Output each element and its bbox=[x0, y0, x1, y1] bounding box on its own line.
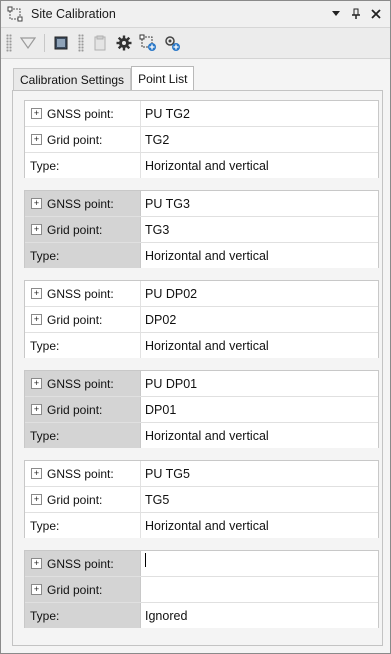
tab-point-list[interactable]: Point List bbox=[131, 66, 195, 91]
toolbar-grip-2[interactable] bbox=[78, 34, 84, 52]
calibration-window-icon bbox=[7, 6, 23, 22]
grid-point-label: + Grid point: bbox=[25, 127, 141, 152]
new-calibration-point-card: + GNSS point: + Grid point: Type: Ignored bbox=[24, 550, 379, 628]
grid-point-label: + Grid point: bbox=[25, 577, 141, 602]
expand-icon[interactable]: + bbox=[31, 134, 42, 145]
clipboard-icon[interactable] bbox=[90, 33, 110, 53]
calibration-point-card: + GNSS point: PU TG2 + Grid point: TG2 Typ… bbox=[24, 100, 379, 178]
gnss-point-value[interactable]: PU TG5 bbox=[141, 461, 378, 486]
gnss-label-text: GNSS point: bbox=[47, 466, 114, 481]
gnss-point-label: + GNSS point: bbox=[25, 191, 141, 216]
grid-point-label: + Grid point: bbox=[25, 307, 141, 332]
grid-point-label: + Grid point: bbox=[25, 487, 141, 512]
type-label: Type: bbox=[25, 333, 141, 358]
pin-icon[interactable] bbox=[348, 6, 364, 22]
grid-label-text: Grid point: bbox=[47, 492, 103, 507]
grid-point-value[interactable]: TG5 bbox=[141, 487, 378, 512]
type-label: Type: bbox=[25, 153, 141, 178]
dropdown-menu-icon[interactable] bbox=[328, 6, 344, 22]
expand-icon[interactable]: + bbox=[31, 378, 42, 389]
gnss-point-label: + GNSS point: bbox=[25, 371, 141, 396]
expand-icon[interactable]: + bbox=[31, 404, 42, 415]
type-value[interactable]: Horizontal and vertical bbox=[141, 153, 378, 178]
expand-icon[interactable]: + bbox=[31, 494, 42, 505]
calibration-point-card: + GNSS point: PU DP01 + Grid point: DP01 T… bbox=[24, 370, 379, 448]
gnss-point-label: + GNSS point: bbox=[25, 461, 141, 486]
type-value[interactable]: Ignored bbox=[141, 603, 378, 628]
text-caret bbox=[145, 553, 146, 567]
calibration-points-icon[interactable] bbox=[138, 33, 158, 53]
grid-point-label: + Grid point: bbox=[25, 217, 141, 242]
type-value[interactable]: Horizontal and vertical bbox=[141, 423, 378, 448]
title-bar: Site Calibration bbox=[1, 1, 390, 28]
gnss-point-value[interactable]: PU TG3 bbox=[141, 191, 378, 216]
gnss-point-value[interactable]: PU TG2 bbox=[141, 101, 378, 126]
grid-point-label: + Grid point: bbox=[25, 397, 141, 422]
expand-icon[interactable]: + bbox=[31, 468, 42, 479]
calibration-point-card: + GNSS point: PU DP02 + Grid point: DP02 T… bbox=[24, 280, 379, 358]
type-value[interactable]: Horizontal and vertical bbox=[141, 333, 378, 358]
filter-icon[interactable] bbox=[18, 33, 38, 53]
grid-label-text: Grid point: bbox=[47, 402, 103, 417]
window-title: Site Calibration bbox=[31, 7, 116, 21]
type-label: Type: bbox=[25, 243, 141, 268]
settings-gear-icon[interactable] bbox=[114, 33, 134, 53]
calibration-point-card: + GNSS point: PU TG3 + Grid point: TG3 Typ… bbox=[24, 190, 379, 268]
grid-label-text: Grid point: bbox=[47, 222, 103, 237]
type-label: Type: bbox=[25, 423, 141, 448]
expand-icon[interactable]: + bbox=[31, 584, 42, 595]
grid-point-value[interactable]: TG2 bbox=[141, 127, 378, 152]
grid-label-text: Grid point: bbox=[47, 132, 103, 147]
gnss-point-label: + GNSS point: bbox=[25, 101, 141, 126]
gnss-label-text: GNSS point: bbox=[47, 556, 114, 571]
expand-icon[interactable]: + bbox=[31, 314, 42, 325]
expand-icon[interactable]: + bbox=[31, 288, 42, 299]
close-icon[interactable] bbox=[368, 6, 384, 22]
type-label: Type: bbox=[25, 603, 141, 628]
calibration-settings-icon[interactable] bbox=[162, 33, 182, 53]
grid-point-value[interactable]: DP01 bbox=[141, 397, 378, 422]
type-label: Type: bbox=[25, 513, 141, 538]
gnss-point-input[interactable] bbox=[141, 551, 378, 576]
gnss-point-value[interactable]: PU DP01 bbox=[141, 371, 378, 396]
gnss-label-text: GNSS point: bbox=[47, 286, 114, 301]
grid-label-text: Grid point: bbox=[47, 312, 103, 327]
toolbar-separator bbox=[44, 34, 45, 52]
tab-strip: Calibration Settings Point List bbox=[13, 66, 195, 91]
gnss-label-text: GNSS point: bbox=[47, 376, 114, 391]
grid-point-value[interactable] bbox=[141, 577, 378, 602]
gnss-point-label: + GNSS point: bbox=[25, 281, 141, 306]
point-list-panel: + GNSS point: PU TG2 + Grid point: TG2 Typ… bbox=[12, 90, 383, 646]
type-value[interactable]: Horizontal and vertical bbox=[141, 513, 378, 538]
gnss-point-label: + GNSS point: bbox=[25, 551, 141, 576]
grid-point-value[interactable]: TG3 bbox=[141, 217, 378, 242]
gnss-label-text: GNSS point: bbox=[47, 106, 114, 121]
tab-calibration-settings[interactable]: Calibration Settings bbox=[13, 68, 132, 90]
type-value[interactable]: Horizontal and vertical bbox=[141, 243, 378, 268]
toolbar-grip[interactable] bbox=[6, 34, 12, 52]
grid-label-text: Grid point: bbox=[47, 582, 103, 597]
site-calibration-panel: Site Calibration Calibration Settings Po… bbox=[0, 0, 391, 654]
expand-icon[interactable]: + bbox=[31, 558, 42, 569]
toolbar bbox=[1, 28, 390, 59]
view-icon[interactable] bbox=[51, 33, 71, 53]
gnss-point-value[interactable]: PU DP02 bbox=[141, 281, 378, 306]
calibration-point-card: + GNSS point: PU TG5 + Grid point: TG5 Typ… bbox=[24, 460, 379, 538]
grid-point-value[interactable]: DP02 bbox=[141, 307, 378, 332]
expand-icon[interactable]: + bbox=[31, 108, 42, 119]
gnss-label-text: GNSS point: bbox=[47, 196, 114, 211]
expand-icon[interactable]: + bbox=[31, 198, 42, 209]
expand-icon[interactable]: + bbox=[31, 224, 42, 235]
